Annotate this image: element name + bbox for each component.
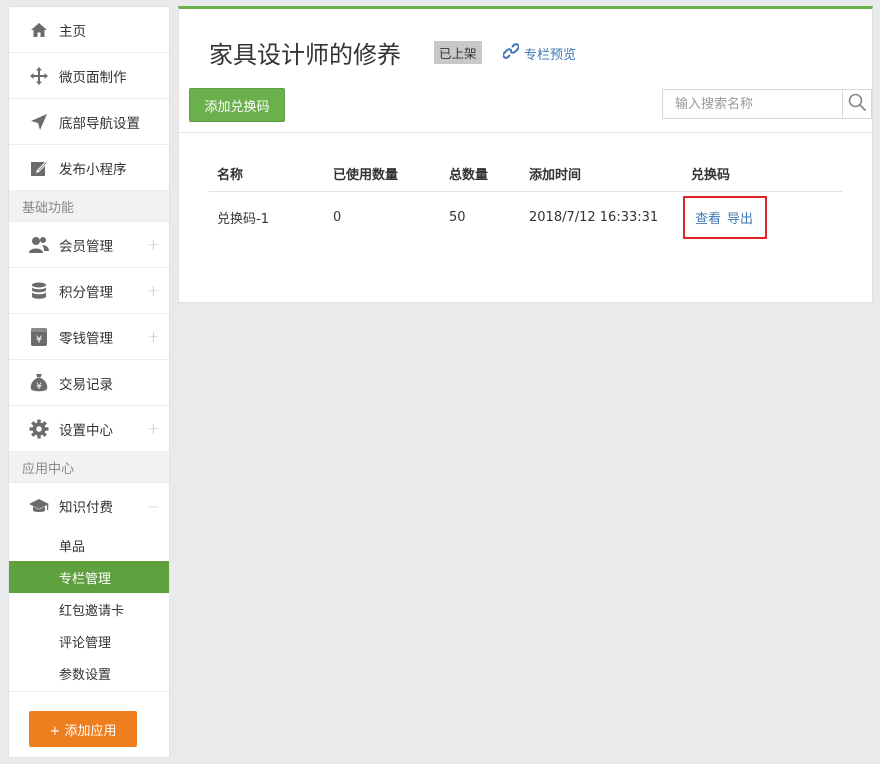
expand-icon[interactable]: +	[147, 419, 160, 438]
cell-total: 50	[449, 209, 466, 225]
expand-icon[interactable]: +	[147, 327, 160, 346]
redeem-code-table: 名称 已使用数量 总数量 添加时间 兑换码 兑换码-1 0 50 2018/7/…	[209, 157, 842, 243]
sidebar-item-label: 设置中心	[59, 422, 113, 439]
sub-item-column-management[interactable]: 专栏管理	[9, 561, 169, 593]
sub-item-single[interactable]: 单品	[9, 529, 169, 561]
column-header-name: 名称	[209, 157, 325, 192]
svg-text:¥: ¥	[36, 334, 42, 345]
sidebar-item-label: 会员管理	[59, 238, 113, 255]
column-header-added-time: 添加时间	[521, 157, 683, 192]
sidebar-item-label: 发布小程序	[59, 161, 127, 178]
sidebar-item-settings[interactable]: 设置中心 +	[9, 406, 169, 452]
cell-added-time: 2018/7/12 16:33:31	[529, 209, 659, 225]
sub-item-parameters[interactable]: 参数设置	[9, 657, 169, 689]
gear-icon	[29, 419, 49, 439]
cell-used: 0	[333, 209, 342, 225]
expand-icon[interactable]: +	[147, 281, 160, 300]
column-header-total: 总数量	[441, 157, 521, 192]
knowledge-sub-menu: 单品 专栏管理 红包邀请卡 评论管理 参数设置	[9, 529, 169, 692]
sidebar-item-label: 底部导航设置	[59, 115, 140, 132]
home-icon	[29, 20, 49, 40]
sidebar-item-label: 交易记录	[59, 376, 113, 393]
divider	[179, 132, 872, 133]
add-redeem-code-button[interactable]: 添加兑换码	[189, 88, 285, 122]
sidebar-item-label: 零钱管理	[59, 330, 113, 347]
move-icon	[29, 66, 49, 86]
column-preview-link[interactable]: 专栏预览	[502, 43, 577, 63]
sidebar-item-bottom-nav[interactable]: 底部导航设置	[9, 99, 169, 145]
section-header-basic: 基础功能	[9, 191, 169, 222]
sidebar-item-label: 主页	[59, 23, 86, 40]
expand-icon[interactable]: +	[147, 235, 160, 254]
search-button[interactable]	[842, 89, 872, 119]
sidebar-item-publish[interactable]: 发布小程序	[9, 145, 169, 191]
sidebar-item-transactions[interactable]: ¥ 交易记录	[9, 360, 169, 406]
preview-label: 专栏预览	[524, 47, 577, 63]
export-link[interactable]: 导出	[727, 212, 753, 227]
edit-icon	[29, 158, 49, 178]
sidebar-item-label: 知识付费	[59, 500, 113, 516]
sidebar-item-home[interactable]: 主页	[9, 7, 169, 53]
page-title: 家具设计师的修养	[209, 41, 401, 69]
search-box	[662, 89, 872, 119]
status-badge: 已上架	[434, 41, 482, 64]
sidebar-item-points[interactable]: 积分管理 +	[9, 268, 169, 314]
users-icon	[29, 235, 49, 255]
sidebar: 主页 微页面制作 底部导航设置 发布小程序 基础功能 会员管理 + 积分管理 +	[8, 6, 170, 758]
sidebar-item-micro-page[interactable]: 微页面制作	[9, 53, 169, 99]
sidebar-item-wallet[interactable]: ¥ 零钱管理 +	[9, 314, 169, 360]
sidebar-item-label: 积分管理	[59, 284, 113, 301]
cell-actions: 查看 导出	[683, 191, 842, 243]
view-link[interactable]: 查看	[695, 212, 721, 227]
table-row: 兑换码-1 0 50 2018/7/12 16:33:31 查看 导出	[209, 191, 842, 243]
table-header-row: 名称 已使用数量 总数量 添加时间 兑换码	[209, 157, 842, 192]
navigation-arrow-icon	[29, 112, 49, 132]
collapse-icon[interactable]: −	[147, 497, 160, 516]
sub-item-comments[interactable]: 评论管理	[9, 625, 169, 657]
column-header-redeem-code: 兑换码	[683, 157, 842, 192]
main-panel: 家具设计师的修养 已上架 专栏预览 添加兑换码 名称 已使用数量 总数量 添加时…	[178, 6, 873, 303]
add-app-button[interactable]: + 添加应用	[29, 711, 137, 747]
sidebar-item-knowledge[interactable]: 知识付费 −	[9, 483, 169, 529]
section-header-apps: 应用中心	[9, 452, 169, 483]
cell-name: 兑换码-1	[217, 211, 269, 227]
wallet-yen-icon: ¥	[29, 327, 49, 347]
search-input[interactable]	[662, 89, 842, 119]
money-bag-icon: ¥	[29, 373, 49, 393]
column-header-used: 已使用数量	[325, 157, 441, 192]
sidebar-item-label: 微页面制作	[59, 69, 127, 86]
link-icon	[502, 43, 520, 63]
sub-item-invite-card[interactable]: 红包邀请卡	[9, 593, 169, 625]
sidebar-item-members[interactable]: 会员管理 +	[9, 222, 169, 268]
database-icon	[29, 281, 49, 301]
search-icon	[848, 93, 866, 115]
svg-text:¥: ¥	[36, 382, 42, 392]
graduation-cap-icon	[29, 496, 49, 516]
